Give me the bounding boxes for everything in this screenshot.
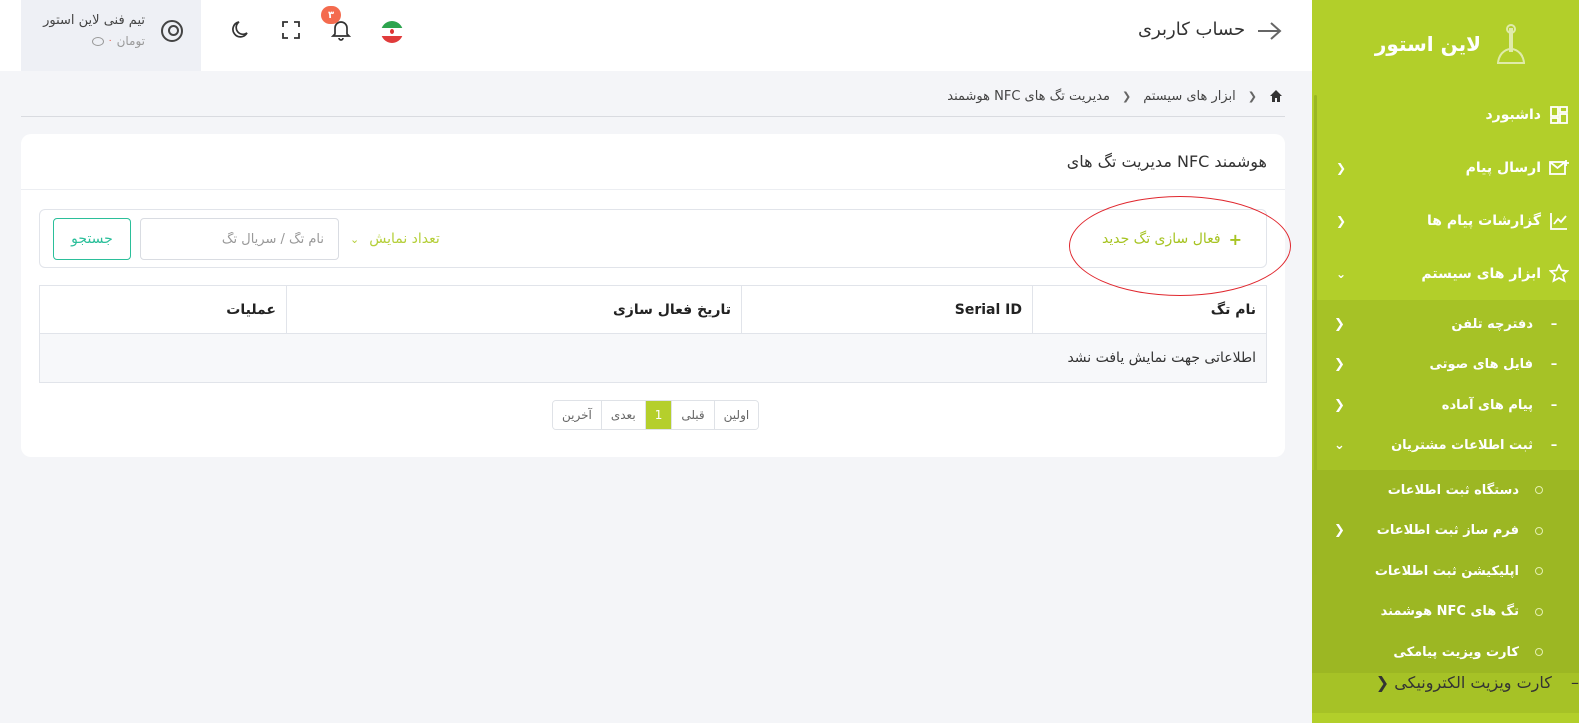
chevron-down-icon: ⌄: [350, 232, 360, 246]
pagination: آخرین بعدی 1 قبلی اولین: [552, 400, 760, 430]
activate-new-tag-button[interactable]: + فعال سازی تگ جدید: [1102, 228, 1242, 250]
plus-icon: +: [1228, 229, 1242, 249]
submenu-item-label: دفترچه تلفن: [1451, 316, 1533, 332]
search-button[interactable]: جستجو: [53, 218, 131, 260]
search-input[interactable]: [140, 218, 339, 260]
activate-new-tag-label: فعال سازی تگ جدید: [1101, 231, 1221, 247]
submenu-item-label: دستگاه ثبت اطلاعات: [1387, 482, 1519, 498]
nfc-tags-table: نام تگ Serial ID تاریخ فعال سازی عملیات …: [39, 285, 1267, 383]
user-menu[interactable]: تیم فنی لاین استور تومان ۰: [21, 0, 201, 71]
submenu-item-audio-files[interactable]: – فایل های صوتی ❮: [1312, 345, 1579, 386]
sidebar-item-label: داشبورد: [1485, 106, 1542, 123]
chevron-left-icon: ❮: [1334, 523, 1345, 539]
chevron-left-icon: ❮: [1335, 160, 1347, 175]
user-balance: تومان ۰: [91, 34, 145, 48]
breadcrumb-item-current: مدیریت تگ های NFC هوشمند: [947, 88, 1111, 104]
chevron-down-icon: ⌄: [1334, 438, 1345, 454]
submenu-item-phonebook[interactable]: – دفترچه تلفن ❮: [1312, 304, 1579, 345]
pagination-next[interactable]: بعدی: [601, 401, 646, 429]
submenu-customer-registration: دستگاه ثبت اطلاعات فرم ساز ثبت اطلاعات ❮…: [1312, 470, 1579, 673]
message-send-icon: [1549, 158, 1569, 178]
chevron-left-icon: ❮: [1122, 89, 1132, 103]
chevron-left-icon: ❮: [1335, 213, 1347, 228]
submenu-item-label: فرم ساز ثبت اطلاعات: [1376, 523, 1519, 539]
submenu-item-ready-messages[interactable]: – پیام های آماده ❮: [1312, 385, 1579, 426]
sidebar-item-dashboard[interactable]: داشبورد: [1312, 88, 1579, 141]
tools-icon: [1549, 263, 1569, 284]
chevron-left-icon: ❮: [1334, 316, 1345, 332]
user-avatar-icon: [161, 20, 183, 42]
submenu-item-label: کارت ویزیت الکترونیکی: [1394, 672, 1552, 692]
dashboard-icon: [1549, 105, 1569, 125]
sidebar-item-label: گزارشات پیام ها: [1426, 212, 1541, 229]
brand[interactable]: لاین استور: [1312, 0, 1579, 88]
filter-toolbar: جستجو ⌄ تعداد نمایش + فعال سازی تگ جدید: [39, 209, 1267, 268]
sidebar-item-system-tools[interactable]: ابزار های سیستم ⌄: [1312, 247, 1579, 300]
chevron-left-icon: ❮: [1334, 357, 1345, 373]
page-title: حساب کاربری: [1138, 19, 1246, 40]
sidebar-menu: داشبورد ارسال پیام ❮ گزارشات پیام ها ❮ ا…: [1312, 88, 1579, 713]
notification-badge: ۳: [321, 6, 341, 24]
home-icon[interactable]: [1269, 89, 1283, 103]
sidebar: لاین استور داشبورد ارسال پیام ❮ گزارشات …: [1312, 0, 1579, 723]
balance-unit: تومان: [116, 34, 145, 48]
column-header-operations: عملیات: [39, 285, 287, 334]
brand-logo-icon: [1493, 24, 1529, 64]
pagination-last[interactable]: آخرین: [553, 401, 602, 429]
arrow-right-icon[interactable]: [1256, 20, 1282, 42]
chart-icon: [1549, 211, 1569, 231]
card-title: مدیریت تگ های NFC هوشمند: [21, 134, 1285, 190]
sidebar-item-label: ارسال پیام: [1465, 159, 1541, 176]
page-size-select[interactable]: ⌄ تعداد نمایش: [350, 228, 440, 250]
pagination-first[interactable]: اولین: [714, 401, 759, 429]
submenu-item-nfc-tags[interactable]: تگ های NFC هوشمند: [1312, 592, 1579, 633]
column-header-serial-id[interactable]: Serial ID: [741, 285, 1033, 334]
column-header-activation-date[interactable]: تاریخ فعال سازی: [286, 285, 742, 334]
submenu-item-sms-business-card[interactable]: کارت ویزیت پیامکی: [1312, 632, 1579, 673]
user-name: تیم فنی لاین استور: [43, 13, 145, 28]
submenu-item-label: اپلیکیشن ثبت اطلاعات: [1374, 563, 1519, 579]
empty-table-message: اطلاعاتی جهت نمایش یافت نشد: [39, 333, 1267, 383]
page-size-label: تعداد نمایش: [369, 231, 440, 247]
fullscreen-icon[interactable]: [280, 19, 302, 41]
dark-mode-icon[interactable]: [230, 19, 252, 41]
column-header-tag-name[interactable]: نام تگ: [1032, 285, 1267, 334]
balance-value: ۰: [107, 36, 113, 46]
chevron-left-icon: ❮: [1375, 672, 1390, 692]
sidebar-item-message-reports[interactable]: گزارشات پیام ها ❮: [1312, 194, 1579, 247]
chevron-left-icon: ❮: [1334, 397, 1345, 413]
submenu-item-electronic-business-card[interactable]: – کارت ویزیت الکترونیکی ❮: [1312, 673, 1579, 713]
brand-name: لاین استور: [1374, 32, 1481, 56]
submenu-item-label: کارت ویزیت پیامکی: [1393, 644, 1519, 660]
submenu-item-registration-app[interactable]: اپلیکیشن ثبت اطلاعات: [1312, 551, 1579, 592]
submenu-item-label: پیام های آماده: [1441, 397, 1533, 413]
eye-off-icon[interactable]: [91, 36, 104, 46]
sidebar-scrollbar[interactable]: [1314, 95, 1317, 575]
submenu-item-label: تگ های NFC هوشمند: [1380, 604, 1519, 620]
table-row: اطلاعاتی جهت نمایش یافت نشد: [39, 333, 1267, 383]
breadcrumb: ❮ ابزار های سیستم ❮ مدیریت تگ های NFC هو…: [947, 86, 1283, 106]
sidebar-item-label: ابزار های سیستم: [1421, 265, 1541, 282]
pagination-current-page[interactable]: 1: [645, 401, 673, 429]
divider: [21, 116, 1285, 117]
submenu-item-label: ثبت اطلاعات مشتریان: [1391, 438, 1533, 454]
pagination-prev[interactable]: قبلی: [672, 401, 715, 429]
submenu-item-registration-device[interactable]: دستگاه ثبت اطلاعات: [1312, 470, 1579, 511]
sidebar-item-send-message[interactable]: ارسال پیام ❮: [1312, 141, 1579, 194]
submenu-item-customer-registration[interactable]: – ثبت اطلاعات مشتریان ⌄: [1312, 426, 1579, 467]
submenu-system-tools-continued: – کارت ویزیت الکترونیکی ❮: [1312, 672, 1579, 713]
breadcrumb-item[interactable]: ابزار های سیستم: [1143, 89, 1236, 104]
chevron-down-icon: ⌄: [1335, 266, 1347, 281]
nfc-tags-card: مدیریت تگ های NFC هوشمند جستجو ⌄ تعداد ن…: [21, 134, 1285, 457]
top-header: تیم فنی لاین استور تومان ۰ ۳ حساب کاربری: [0, 0, 1312, 71]
submenu-item-form-builder[interactable]: فرم ساز ثبت اطلاعات ❮: [1312, 511, 1579, 552]
submenu-item-label: فایل های صوتی: [1429, 357, 1534, 373]
submenu-system-tools: – دفترچه تلفن ❮ – فایل های صوتی ❮ – پیام…: [1312, 300, 1579, 470]
chevron-left-icon: ❮: [1247, 89, 1257, 103]
iran-flag-icon[interactable]: [381, 21, 403, 43]
